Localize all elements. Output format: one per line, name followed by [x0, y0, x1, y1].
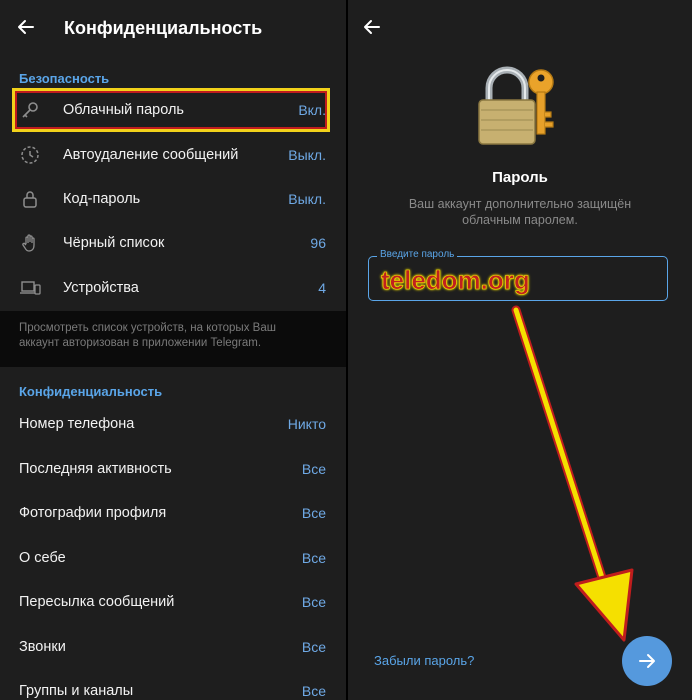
forwarding-row[interactable]: Пересылка сообщений Все	[0, 580, 346, 624]
forgot-password-link[interactable]: Забыли пароль?	[374, 653, 474, 668]
password-input-label: Введите пароль	[377, 249, 458, 260]
lock-icon	[19, 188, 41, 210]
row-label: Фотографии профиля	[19, 505, 167, 521]
hand-icon	[19, 232, 41, 254]
row-label: Устройства	[63, 280, 139, 296]
row-label: Номер телефона	[19, 416, 135, 432]
row-value: Никто	[287, 416, 326, 432]
devices-note-text: Просмотреть список устройств, на которых…	[19, 322, 276, 349]
back-arrow-icon[interactable]	[14, 17, 38, 41]
groups-channels-row[interactable]: Группы и каналы Все	[0, 669, 346, 700]
devices-icon	[19, 277, 41, 299]
row-label: О себе	[19, 550, 66, 566]
row-label: Пересылка сообщений	[19, 594, 175, 610]
row-value: Выкл.	[288, 147, 326, 163]
devices-note: Просмотреть список устройств, на которых…	[0, 311, 346, 367]
privacy-section-header: Конфиденциальность	[19, 384, 163, 399]
password-title: Пароль	[492, 169, 548, 186]
row-value: Все	[301, 461, 326, 477]
timer-icon	[19, 144, 41, 166]
top-app-bar: Конфиденциальность	[0, 0, 346, 57]
row-value: Выкл.	[288, 191, 326, 207]
row-label: Автоудаление сообщений	[63, 147, 239, 163]
row-label: Звонки	[19, 639, 66, 655]
back-arrow-icon[interactable]	[360, 17, 384, 41]
annotation-arrow	[511, 305, 634, 642]
profile-photos-row[interactable]: Фотографии профиля Все	[0, 491, 346, 535]
passcode-row[interactable]: Код-пароль Выкл.	[0, 177, 346, 221]
about-row[interactable]: О себе Все	[0, 536, 346, 580]
row-label: Код-пароль	[63, 191, 141, 207]
padlock-key-icon	[475, 64, 565, 150]
arrow-right-icon	[639, 654, 655, 668]
password-subtitle: Ваш аккаунт дополнительно защищён облачн…	[408, 197, 632, 227]
password-screen: Пароль Ваш аккаунт дополнительно защищён…	[348, 0, 692, 700]
row-value: 4	[318, 280, 326, 296]
privacy-settings-panel: Конфиденциальность Безопасность Облачный…	[0, 0, 346, 700]
row-value: 96	[310, 235, 326, 251]
auto-delete-row[interactable]: Автоудаление сообщений Выкл.	[0, 133, 346, 177]
watermark-text: teledom.org	[381, 265, 530, 296]
highlight-frame	[12, 88, 330, 132]
devices-row[interactable]: Устройства 4	[0, 266, 346, 310]
password-input[interactable]: Введите пароль teledom.org	[368, 249, 668, 301]
row-value: Все	[301, 505, 326, 521]
row-value: Все	[301, 550, 326, 566]
security-section-header: Безопасность	[19, 71, 110, 86]
calls-row[interactable]: Звонки Все	[0, 625, 346, 669]
row-label: Последняя активность	[19, 461, 172, 477]
row-value: Все	[301, 594, 326, 610]
row-label: Группы и каналы	[19, 683, 134, 699]
row-value: Все	[301, 683, 326, 699]
row-label: Чёрный список	[63, 235, 165, 251]
blacklist-row[interactable]: Чёрный список 96	[0, 221, 346, 265]
next-button[interactable]	[622, 636, 672, 686]
phone-number-row[interactable]: Номер телефона Никто	[0, 402, 346, 446]
last-seen-row[interactable]: Последняя активность Все	[0, 447, 346, 491]
page-title: Конфиденциальность	[64, 18, 263, 38]
row-value: Все	[301, 639, 326, 655]
